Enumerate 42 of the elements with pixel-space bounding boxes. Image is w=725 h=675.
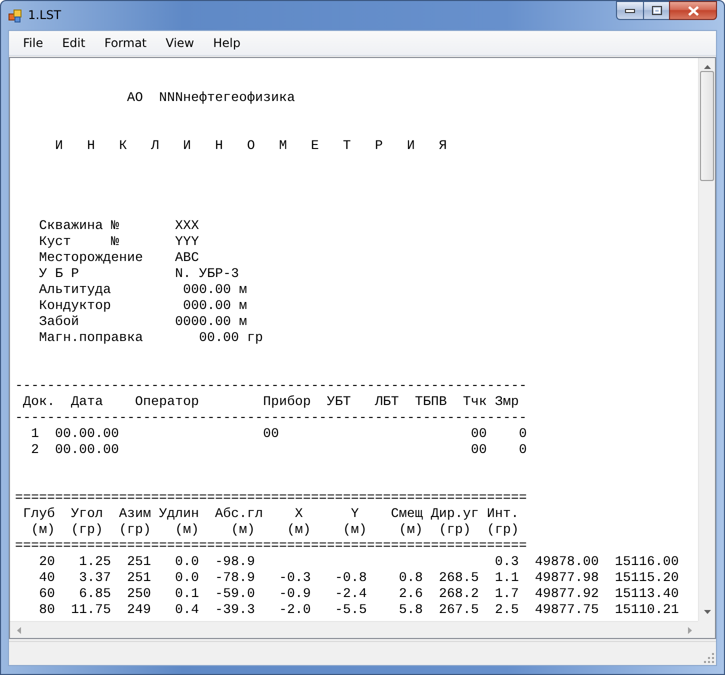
text-line: Забой 0000.00 м [38, 314, 247, 331]
close-icon [688, 6, 698, 16]
text-line: 1 00.00.00 00 00 0 [30, 426, 527, 443]
text-line: Месторождение ABC [38, 250, 199, 267]
minimize-button[interactable] [616, 1, 643, 20]
scroll-right-icon[interactable] [688, 626, 692, 634]
resize-grip-icon[interactable] [704, 653, 715, 664]
text-line: 2 00.00.00 00 0 [30, 442, 527, 459]
text-line: Док. Дата Оператор Прибор УБТ ЛБТ ТБПВ Тчк Змр [22, 394, 519, 411]
minimize-icon [625, 8, 635, 12]
text-line: (м) (гр) (гр) (м) (м) (м) (м) (м) (гр) (гр) [30, 522, 519, 539]
text-line: ---------------------------------------------------------------- [15, 378, 527, 395]
maximize-button[interactable] [643, 1, 669, 20]
close-button[interactable] [669, 1, 717, 20]
menu-item[interactable]: View [158, 32, 202, 53]
app-icon [8, 9, 22, 23]
maximize-icon [652, 6, 662, 15]
window-title: 1.LST [28, 8, 62, 22]
text-line: Кондуктор 000.00 м [38, 298, 247, 315]
text-line: Альтитуда 000.00 м [38, 282, 247, 299]
text-line: 80 11.75 249 0.4 -39.3 -2.0 -5.5 5.8 267.5 2.5 49877.75 15110.21 [38, 602, 679, 619]
text-line: 20 1.25 251 0.0 -98.9 0.3 49878.00 15116.00 [38, 554, 679, 571]
text-line: ================================================================ [15, 490, 527, 507]
vertical-scrollbar[interactable] [698, 58, 715, 622]
text-line: Глуб Угол Азим Удлин Абс.гл X Y Смещ Дир.уг Инт. [22, 506, 519, 523]
text-line: ---------------------------------------------------------------- [15, 410, 527, 427]
menu-item[interactable]: Format [97, 32, 154, 53]
text-line: У Б Р N. УБР-3 [38, 266, 239, 283]
menu-item[interactable]: Edit [55, 32, 92, 53]
scrollbar-thumb[interactable] [700, 70, 714, 181]
text-line: Куст № YYY [38, 234, 199, 251]
text-line: 40 3.37 251 0.0 -78.9 -0.3 -0.8 0.8 268.5 1.1 49877.98 15115.20 [38, 570, 679, 587]
text-line: ================================================================ [15, 538, 527, 555]
scroll-left-icon[interactable] [17, 626, 21, 634]
text-line: 60 6.85 250 0.1 -59.0 -0.9 -2.4 2.6 268.2 1.7 49877.92 15113.40 [38, 586, 679, 603]
menu-item[interactable]: File [16, 32, 50, 53]
text-line: АО NNNнефтегеофизика [126, 90, 295, 107]
scroll-down-icon[interactable] [704, 610, 710, 614]
menu-item[interactable]: Help [206, 32, 248, 53]
text-line: Скважина № XXX [38, 218, 199, 235]
text-line: Магн.поправка 00.00 гр [38, 330, 263, 347]
text-line: И Н К Л И Н О М Е Т Р И Я [54, 138, 447, 155]
